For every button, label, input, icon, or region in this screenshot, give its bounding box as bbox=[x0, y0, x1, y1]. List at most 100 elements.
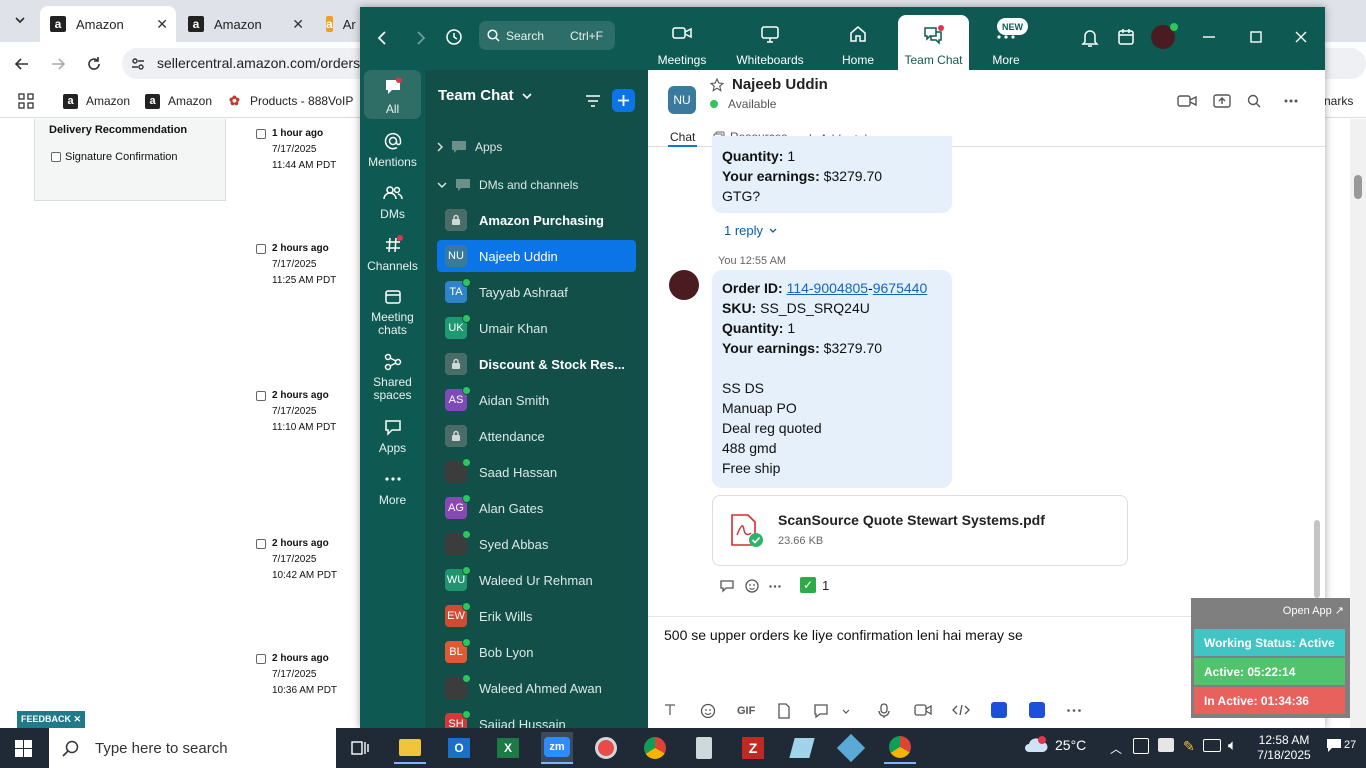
contact-item[interactable]: EW Erik Wills bbox=[437, 600, 636, 632]
order-checkbox[interactable] bbox=[256, 654, 266, 664]
tab-chat[interactable]: Chat bbox=[670, 130, 695, 144]
nav-meetings[interactable]: Meetings bbox=[649, 7, 715, 70]
network-icon[interactable] bbox=[1203, 739, 1221, 752]
browser-tab-amazon-3[interactable]: a Ar bbox=[316, 6, 360, 42]
bookmark-888voip[interactable]: ✿ Products - 888VoIP bbox=[227, 92, 353, 110]
app-integration-2-icon[interactable] bbox=[1029, 702, 1045, 718]
rail-shared-spaces[interactable]: Shared spaces bbox=[360, 352, 425, 402]
tray-app-icon[interactable] bbox=[1133, 738, 1149, 754]
order-checkbox[interactable] bbox=[256, 391, 266, 401]
rail-dms[interactable]: DMs bbox=[360, 183, 425, 221]
browser-tab-amazon-1[interactable]: a Amazon ✕ bbox=[40, 6, 176, 42]
maximize-icon[interactable] bbox=[1250, 31, 1262, 43]
video-call-icon[interactable] bbox=[1177, 94, 1197, 108]
notifications-bell-icon[interactable] bbox=[1081, 28, 1099, 48]
contact-item[interactable]: BL Bob Lyon bbox=[437, 636, 636, 668]
attach-file-icon[interactable] bbox=[777, 703, 791, 719]
contact-item[interactable]: AS Aidan Smith bbox=[437, 384, 636, 416]
chrome-icon[interactable] bbox=[639, 732, 671, 764]
weather-widget[interactable]: 25°C bbox=[1023, 736, 1086, 754]
star-icon[interactable] bbox=[710, 78, 724, 92]
remote-desktop-icon[interactable] bbox=[590, 732, 622, 764]
contact-item[interactable]: NU Najeeb Uddin bbox=[437, 240, 636, 272]
rail-meeting-chats[interactable]: Meeting chats bbox=[360, 287, 425, 337]
bookmark-amazon-2[interactable]: a Amazon bbox=[145, 92, 212, 110]
search-icon[interactable] bbox=[1247, 94, 1261, 108]
forward-button[interactable] bbox=[46, 52, 70, 76]
contact-item[interactable]: Waleed Ahmed Awan bbox=[437, 672, 636, 704]
contact-item[interactable]: UK Umair Khan bbox=[437, 312, 636, 344]
composer-text[interactable]: 500 se upper orders ke liye confirmation… bbox=[664, 627, 1023, 643]
chevron-down-icon[interactable] bbox=[842, 709, 850, 714]
order-id-link-b[interactable]: 9675440 bbox=[873, 280, 928, 296]
contact-item[interactable]: WU Waleed Ur Rehman bbox=[437, 564, 636, 596]
dms-section[interactable]: DMs and channels bbox=[437, 178, 578, 192]
calculator-icon[interactable] bbox=[688, 732, 720, 764]
calendar-icon[interactable] bbox=[1117, 28, 1135, 46]
contact-item[interactable]: Discount & Stock Res... bbox=[437, 348, 636, 380]
reply-icon[interactable] bbox=[719, 579, 735, 593]
close-tab-icon[interactable]: ✕ bbox=[292, 16, 304, 33]
nav-home[interactable]: Home bbox=[829, 7, 887, 70]
tab-search-button[interactable] bbox=[8, 8, 32, 32]
forward-chevron-icon[interactable] bbox=[416, 31, 426, 45]
back-button[interactable] bbox=[10, 52, 34, 76]
app-integration-icon[interactable] bbox=[991, 702, 1007, 718]
screenshot-icon[interactable] bbox=[813, 703, 829, 719]
feedback-button[interactable]: FEEDBACK ✕ bbox=[17, 711, 86, 728]
contact-item[interactable]: Saad Hassan bbox=[437, 456, 636, 488]
rail-all[interactable]: All bbox=[364, 70, 421, 119]
more-options-icon[interactable] bbox=[1284, 99, 1298, 103]
reply-thread-link[interactable]: 1 reply bbox=[724, 223, 777, 238]
contact-item[interactable]: Syed Abbas bbox=[437, 528, 636, 560]
minimize-icon[interactable] bbox=[1203, 36, 1215, 38]
order-id-link-a[interactable]: 114-9004805 bbox=[787, 280, 868, 296]
site-info-icon[interactable] bbox=[130, 56, 146, 72]
task-view-icon[interactable] bbox=[351, 739, 369, 757]
nav-whiteboards[interactable]: Whiteboards bbox=[727, 7, 813, 70]
emoji-icon[interactable] bbox=[700, 703, 716, 719]
tray-pen-icon[interactable]: ✎ bbox=[1183, 738, 1195, 755]
order-checkbox[interactable] bbox=[256, 244, 266, 254]
contact-item[interactable]: TA Tayyab Ashraaf bbox=[437, 276, 636, 308]
code-snippet-icon[interactable] bbox=[952, 703, 970, 717]
microphone-icon[interactable] bbox=[878, 703, 890, 719]
file-attachment-card[interactable]: ScanSource Quote Stewart Systems.pdf 23.… bbox=[712, 495, 1128, 566]
close-icon[interactable] bbox=[1295, 31, 1307, 43]
file-name[interactable]: ScanSource Quote Stewart Systems.pdf bbox=[778, 512, 1045, 528]
message-more-icon[interactable] bbox=[769, 585, 781, 588]
signature-checkbox[interactable] bbox=[51, 152, 61, 162]
video-message-icon[interactable] bbox=[914, 703, 932, 717]
contact-item[interactable]: AG Alan Gates bbox=[437, 492, 636, 524]
notification-center[interactable]: 27 bbox=[1326, 737, 1356, 753]
volume-icon[interactable]: 🔈︎ bbox=[1228, 737, 1237, 754]
apps-grid-button[interactable] bbox=[18, 92, 34, 110]
order-checkbox[interactable] bbox=[256, 539, 266, 549]
file-explorer-icon[interactable] bbox=[394, 732, 426, 764]
filezilla-icon[interactable]: Z bbox=[737, 732, 769, 764]
filter-icon[interactable] bbox=[585, 94, 601, 108]
windows-start-icon[interactable] bbox=[15, 740, 32, 757]
share-screen-icon[interactable] bbox=[1213, 93, 1231, 109]
history-icon[interactable] bbox=[445, 28, 463, 46]
format-text-icon[interactable] bbox=[663, 703, 677, 717]
contact-name[interactable]: Najeeb Uddin bbox=[732, 76, 828, 93]
contact-item[interactable]: Attendance bbox=[437, 420, 636, 452]
chrome-active-icon[interactable] bbox=[884, 732, 916, 764]
close-tab-icon[interactable]: ✕ bbox=[156, 16, 168, 33]
rail-more[interactable]: More bbox=[360, 469, 425, 507]
taskbar-search-box[interactable]: Type here to search bbox=[49, 728, 336, 768]
contact-item[interactable]: Amazon Purchasing bbox=[437, 204, 636, 236]
all-bookmarks-link[interactable]: narks bbox=[1324, 92, 1353, 110]
chat-scrollbar-thumb[interactable] bbox=[1314, 520, 1320, 598]
nav-team-chat[interactable]: Team Chat bbox=[898, 15, 969, 70]
vpn-app-icon[interactable] bbox=[835, 732, 867, 764]
rail-mentions[interactable]: Mentions bbox=[360, 131, 425, 169]
apps-section[interactable]: Apps bbox=[437, 140, 502, 154]
bookmark-amazon-1[interactable]: a Amazon bbox=[63, 92, 130, 110]
clock[interactable]: 12:58 AM 7/18/2025 bbox=[1255, 733, 1313, 763]
gif-icon[interactable]: GIF bbox=[737, 705, 755, 717]
page-scrollbar-thumb[interactable] bbox=[1354, 175, 1362, 199]
rail-apps[interactable]: Apps bbox=[360, 417, 425, 455]
reaction-checkmark[interactable]: ✓ 1 bbox=[800, 577, 829, 593]
